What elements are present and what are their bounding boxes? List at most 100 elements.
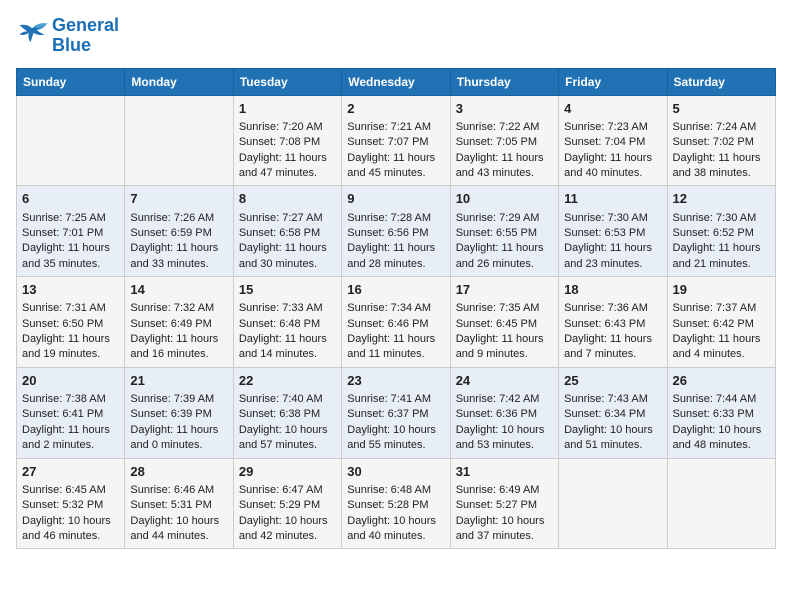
cell-info: Sunrise: 7:25 AM (22, 211, 119, 226)
cell-info: Sunrise: 7:28 AM (347, 211, 444, 226)
day-number: 4 (564, 100, 661, 118)
day-number: 22 (239, 372, 336, 390)
cell-info: Sunrise: 7:22 AM (456, 120, 553, 135)
cell-info: Sunrise: 7:20 AM (239, 120, 336, 135)
day-number: 24 (456, 372, 553, 390)
day-number: 28 (130, 463, 227, 481)
calendar-cell: 21Sunrise: 7:39 AMSunset: 6:39 PMDayligh… (125, 367, 233, 458)
cell-info: Sunset: 6:52 PM (673, 226, 770, 241)
cell-info: Daylight: 11 hours and 47 minutes. (239, 151, 336, 182)
cell-info: Sunrise: 7:42 AM (456, 392, 553, 407)
cell-info: Daylight: 11 hours and 23 minutes. (564, 241, 661, 272)
cell-info: Sunset: 6:48 PM (239, 317, 336, 332)
cell-info: Sunrise: 7:24 AM (673, 120, 770, 135)
cell-info: Daylight: 11 hours and 2 minutes. (22, 423, 119, 454)
cell-info: Sunset: 7:04 PM (564, 135, 661, 150)
cell-info: Sunset: 7:02 PM (673, 135, 770, 150)
cell-info: Sunset: 6:50 PM (22, 317, 119, 332)
cell-info: Daylight: 10 hours and 51 minutes. (564, 423, 661, 454)
cell-info: Daylight: 10 hours and 57 minutes. (239, 423, 336, 454)
cell-info: Sunset: 6:34 PM (564, 407, 661, 422)
cell-info: Daylight: 11 hours and 43 minutes. (456, 151, 553, 182)
logo-bird-icon (16, 22, 48, 50)
cell-info: Sunset: 5:29 PM (239, 498, 336, 513)
cell-info: Daylight: 11 hours and 35 minutes. (22, 241, 119, 272)
weekday-header: Sunday (17, 68, 125, 95)
cell-info: Sunset: 6:42 PM (673, 317, 770, 332)
cell-info: Daylight: 11 hours and 19 minutes. (22, 332, 119, 363)
day-number: 23 (347, 372, 444, 390)
calendar-cell: 14Sunrise: 7:32 AMSunset: 6:49 PMDayligh… (125, 277, 233, 368)
cell-info: Sunset: 6:56 PM (347, 226, 444, 241)
cell-info: Sunset: 6:59 PM (130, 226, 227, 241)
cell-info: Sunrise: 7:21 AM (347, 120, 444, 135)
weekday-header: Monday (125, 68, 233, 95)
calendar-cell: 16Sunrise: 7:34 AMSunset: 6:46 PMDayligh… (342, 277, 450, 368)
cell-info: Daylight: 10 hours and 53 minutes. (456, 423, 553, 454)
cell-info: Daylight: 11 hours and 14 minutes. (239, 332, 336, 363)
cell-info: Sunset: 6:46 PM (347, 317, 444, 332)
cell-info: Sunset: 6:41 PM (22, 407, 119, 422)
cell-info: Sunset: 6:53 PM (564, 226, 661, 241)
cell-info: Daylight: 11 hours and 9 minutes. (456, 332, 553, 363)
cell-info: Daylight: 10 hours and 55 minutes. (347, 423, 444, 454)
cell-info: Daylight: 11 hours and 0 minutes. (130, 423, 227, 454)
cell-info: Sunrise: 7:41 AM (347, 392, 444, 407)
cell-info: Sunset: 6:37 PM (347, 407, 444, 422)
cell-info: Sunrise: 7:33 AM (239, 301, 336, 316)
day-number: 18 (564, 281, 661, 299)
cell-info: Sunset: 5:32 PM (22, 498, 119, 513)
cell-info: Daylight: 11 hours and 7 minutes. (564, 332, 661, 363)
weekday-header: Tuesday (233, 68, 341, 95)
calendar-cell: 24Sunrise: 7:42 AMSunset: 6:36 PMDayligh… (450, 367, 558, 458)
cell-info: Daylight: 11 hours and 45 minutes. (347, 151, 444, 182)
calendar-cell: 5Sunrise: 7:24 AMSunset: 7:02 PMDaylight… (667, 95, 775, 186)
calendar-cell: 31Sunrise: 6:49 AMSunset: 5:27 PMDayligh… (450, 458, 558, 549)
cell-info: Sunrise: 7:44 AM (673, 392, 770, 407)
cell-info: Sunrise: 7:29 AM (456, 211, 553, 226)
cell-info: Daylight: 10 hours and 46 minutes. (22, 514, 119, 545)
calendar-cell: 1Sunrise: 7:20 AMSunset: 7:08 PMDaylight… (233, 95, 341, 186)
day-number: 16 (347, 281, 444, 299)
cell-info: Sunset: 6:38 PM (239, 407, 336, 422)
calendar-cell: 12Sunrise: 7:30 AMSunset: 6:52 PMDayligh… (667, 186, 775, 277)
calendar-cell (125, 95, 233, 186)
cell-info: Daylight: 11 hours and 16 minutes. (130, 332, 227, 363)
cell-info: Sunset: 7:07 PM (347, 135, 444, 150)
day-number: 26 (673, 372, 770, 390)
calendar-cell: 29Sunrise: 6:47 AMSunset: 5:29 PMDayligh… (233, 458, 341, 549)
cell-info: Sunrise: 7:30 AM (673, 211, 770, 226)
logo-text: General Blue (52, 16, 119, 56)
day-number: 20 (22, 372, 119, 390)
day-number: 13 (22, 281, 119, 299)
cell-info: Sunset: 5:31 PM (130, 498, 227, 513)
day-number: 19 (673, 281, 770, 299)
cell-info: Sunrise: 7:31 AM (22, 301, 119, 316)
cell-info: Sunrise: 7:36 AM (564, 301, 661, 316)
cell-info: Sunset: 7:05 PM (456, 135, 553, 150)
cell-info: Daylight: 10 hours and 42 minutes. (239, 514, 336, 545)
calendar-cell: 25Sunrise: 7:43 AMSunset: 6:34 PMDayligh… (559, 367, 667, 458)
cell-info: Sunset: 5:27 PM (456, 498, 553, 513)
cell-info: Sunrise: 7:23 AM (564, 120, 661, 135)
weekday-header: Thursday (450, 68, 558, 95)
day-number: 6 (22, 190, 119, 208)
day-number: 11 (564, 190, 661, 208)
cell-info: Sunset: 6:33 PM (673, 407, 770, 422)
day-number: 8 (239, 190, 336, 208)
weekday-header: Wednesday (342, 68, 450, 95)
day-number: 15 (239, 281, 336, 299)
cell-info: Daylight: 11 hours and 26 minutes. (456, 241, 553, 272)
calendar-cell: 19Sunrise: 7:37 AMSunset: 6:42 PMDayligh… (667, 277, 775, 368)
calendar-cell: 9Sunrise: 7:28 AMSunset: 6:56 PMDaylight… (342, 186, 450, 277)
calendar-cell: 4Sunrise: 7:23 AMSunset: 7:04 PMDaylight… (559, 95, 667, 186)
cell-info: Sunset: 7:01 PM (22, 226, 119, 241)
cell-info: Sunrise: 6:47 AM (239, 483, 336, 498)
cell-info: Daylight: 11 hours and 11 minutes. (347, 332, 444, 363)
calendar-cell: 2Sunrise: 7:21 AMSunset: 7:07 PMDaylight… (342, 95, 450, 186)
day-number: 30 (347, 463, 444, 481)
calendar-cell: 13 Sunrise: 7:31 AMSunset: 6:50 PMDayligh… (17, 277, 125, 368)
cell-info: Sunrise: 7:37 AM (673, 301, 770, 316)
calendar-cell: 28Sunrise: 6:46 AMSunset: 5:31 PMDayligh… (125, 458, 233, 549)
calendar-table: SundayMondayTuesdayWednesdayThursdayFrid… (16, 68, 776, 550)
